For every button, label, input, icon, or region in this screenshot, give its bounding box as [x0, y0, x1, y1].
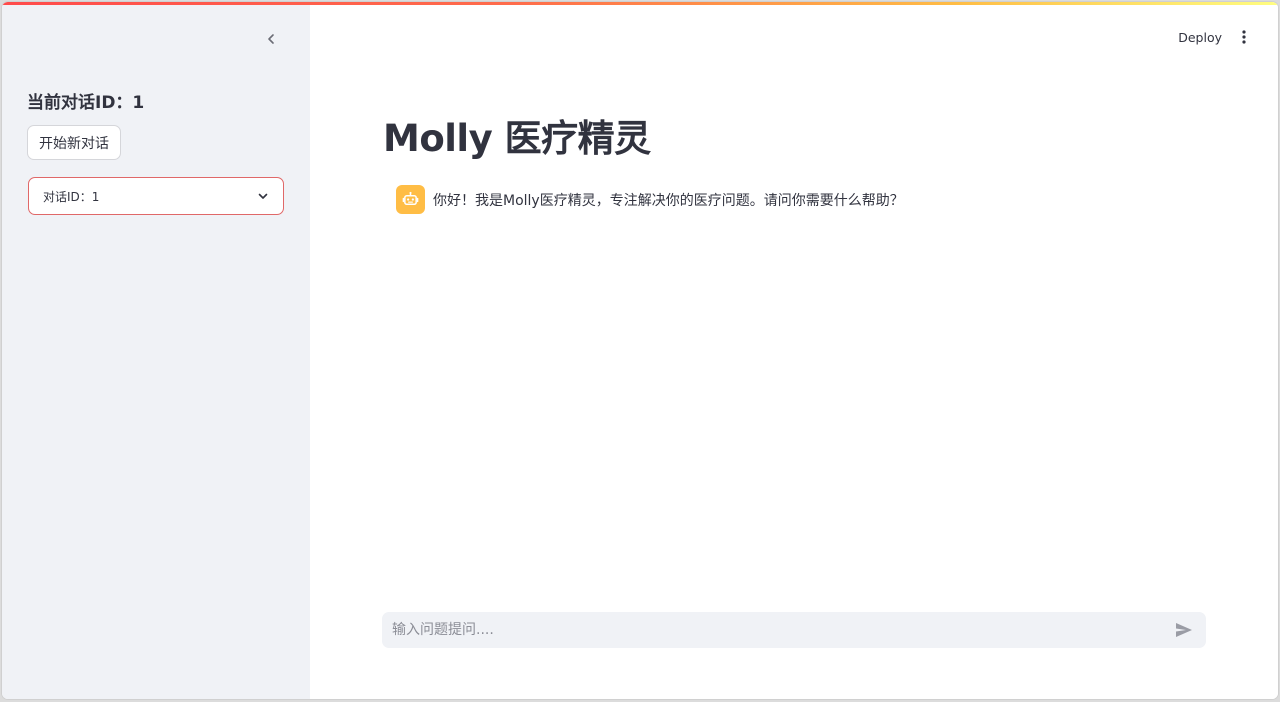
- app-window: 当前对话ID：1 开始新对话 对话ID：1 Deploy Molly 医疗精灵: [2, 2, 1278, 699]
- chat-input[interactable]: [390, 621, 1172, 639]
- top-decoration-bar: [2, 2, 1278, 5]
- conversation-select[interactable]: 对话ID：1: [28, 177, 284, 215]
- sidebar: 当前对话ID：1 开始新对话 对话ID：1: [2, 2, 310, 699]
- chat-input-container: [382, 612, 1206, 648]
- send-icon: [1176, 623, 1192, 637]
- chat-message-assistant: 你好！我是Molly医疗精灵，专注解决你的医疗问题。请问你需要什么帮助？: [396, 185, 904, 214]
- main-content: Deploy Molly 医疗精灵 你好！我是Molly医疗精灵，专注解决你的医…: [310, 2, 1278, 699]
- chat-message-text: 你好！我是Molly医疗精灵，专注解决你的医疗问题。请问你需要什么帮助？: [433, 192, 904, 209]
- chevron-left-icon: [268, 34, 274, 44]
- chevron-down-icon: [258, 193, 268, 199]
- assistant-avatar: [396, 185, 425, 214]
- new-conversation-button[interactable]: 开始新对话: [27, 125, 121, 160]
- conversation-select-value: 对话ID：1: [43, 189, 100, 204]
- deploy-button[interactable]: Deploy: [1174, 28, 1226, 47]
- main-menu-button[interactable]: [1234, 26, 1254, 48]
- collapse-sidebar-button[interactable]: [258, 26, 284, 52]
- send-button[interactable]: [1172, 618, 1196, 642]
- page-title: Molly 医疗精灵: [383, 117, 651, 160]
- more-vertical-icon: [1242, 30, 1246, 44]
- robot-icon: [402, 191, 419, 205]
- current-conversation-title: 当前对话ID：1: [27, 93, 145, 113]
